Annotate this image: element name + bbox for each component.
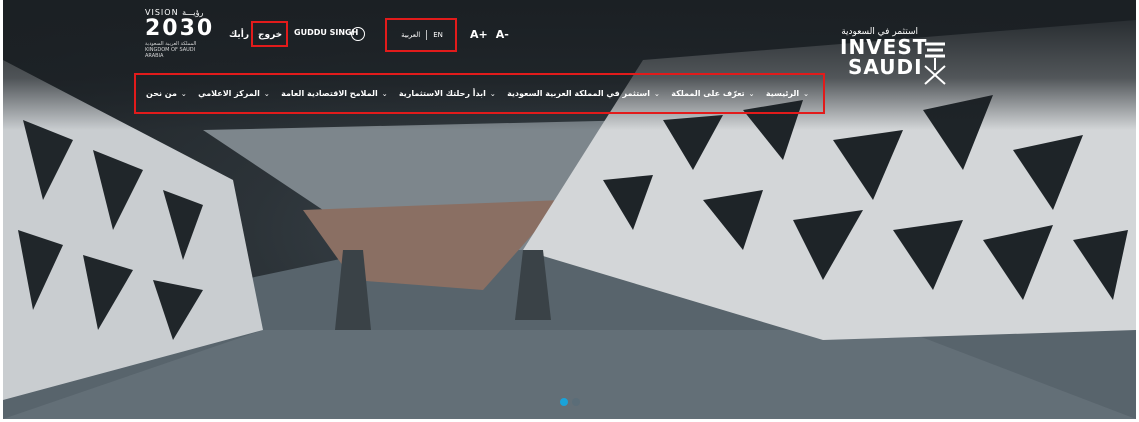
vision-number: 2030 — [145, 16, 215, 41]
nav-item-label: الملامح الاقتصادية العامة — [281, 89, 378, 98]
feedback-link[interactable]: رأيك — [229, 30, 249, 40]
nav-item-label: استثمر في المملكة العربية السعودية — [507, 89, 651, 98]
carousel-dot[interactable] — [560, 398, 568, 406]
vision-subtitle: المملكة العربية السعودية KINGDOM OF SAUD… — [145, 41, 197, 59]
user-icon[interactable] — [351, 27, 365, 41]
lang-en-option[interactable]: EN — [433, 31, 443, 39]
nav-item-label: المركز الاعلامي — [198, 89, 260, 98]
nav-item-label: الرئيسية — [765, 89, 800, 98]
nav-item-label: ابدأ رحلتك الاستثمارية — [398, 89, 486, 98]
logout-link[interactable]: خروج — [258, 30, 282, 40]
carousel-indicators — [560, 398, 580, 406]
font-size-controls: A+ A- — [470, 28, 509, 41]
chevron-down-icon: ⌄ — [489, 89, 496, 98]
nav-item-home[interactable]: الرئيسية ⌄ — [766, 89, 809, 98]
nav-item-discover-kingdom[interactable]: تعرّف على المملكة ⌄ — [671, 89, 754, 98]
font-decrease-button[interactable]: A- — [496, 28, 509, 41]
invest-saudi-logo[interactable]: استثمر في السعودية INVEST SAUDI — [840, 27, 927, 77]
nav-item-label: تعرّف على المملكة — [671, 89, 745, 98]
nav-item-economic-overview[interactable]: الملامح الاقتصادية العامة ⌄ — [281, 89, 387, 98]
nav-item-media-center[interactable]: المركز الاعلامي ⌄ — [198, 89, 270, 98]
main-navigation: الرئيسية ⌄ تعرّف على المملكة ⌄ استثمر في… — [134, 73, 825, 114]
chevron-down-icon: ⌄ — [381, 89, 388, 98]
lang-arabic-option[interactable]: العربية — [401, 31, 420, 39]
brand-line1: INVEST — [840, 35, 928, 59]
nav-item-invest-in-ksa[interactable]: استثمر في المملكة العربية السعودية ⌄ — [507, 89, 660, 98]
chevron-down-icon: ⌄ — [803, 89, 809, 98]
chevron-down-icon: ⌄ — [654, 89, 660, 98]
nav-item-about-us[interactable]: من نحن ⌄ — [146, 89, 187, 98]
chevron-down-icon: ⌄ — [748, 89, 755, 98]
chevron-down-icon: ⌄ — [180, 89, 187, 98]
brand-line2: SAUDI — [848, 55, 923, 79]
nav-item-label: من نحن — [146, 89, 177, 98]
saudi-emblem-icon — [924, 42, 946, 85]
hero-banner — [3, 0, 1136, 419]
language-switcher: العربية EN — [388, 20, 456, 50]
user-name[interactable]: GUDDU SINGH — [294, 28, 358, 37]
carousel-dot[interactable] — [572, 398, 580, 406]
page: VISION رؤيـــة 2030 المملكة العربية السع… — [0, 0, 1139, 422]
nav-item-start-journey[interactable]: ابدأ رحلتك الاستثمارية ⌄ — [399, 89, 496, 98]
lang-separator — [426, 30, 428, 40]
font-increase-button[interactable]: A+ — [470, 28, 488, 41]
vision-2030-logo[interactable]: VISION رؤيـــة 2030 المملكة العربية السع… — [145, 8, 215, 59]
chevron-down-icon: ⌄ — [263, 89, 270, 98]
